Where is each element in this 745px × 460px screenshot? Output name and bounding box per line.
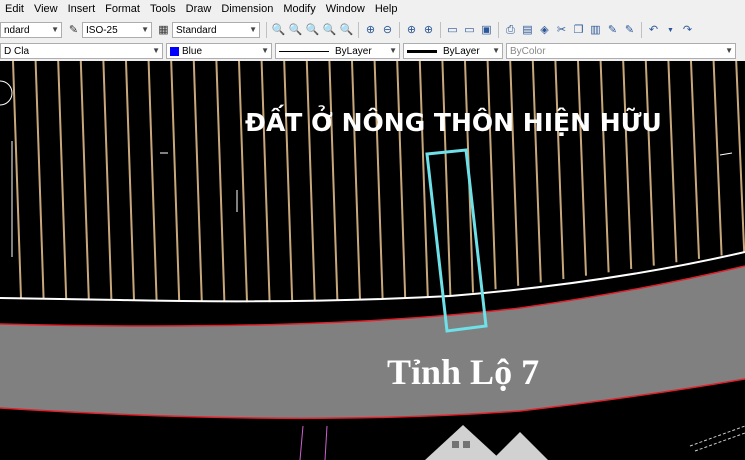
dim-style-icon[interactable]: ✎ xyxy=(66,23,81,38)
cut-icon[interactable]: ✂ xyxy=(554,23,569,38)
plotstyle-select[interactable]: ByColor ▼ xyxy=(506,43,736,59)
plotstyle-value: ByColor xyxy=(510,45,546,57)
properties-toolbar: D Cla ▼ Blue ▼ ByLayer ▼ ByLayer ▼ ByCol… xyxy=(0,41,745,62)
text-style-select[interactable]: ndard ▼ xyxy=(0,22,62,38)
lineweight-select[interactable]: ByLayer ▼ xyxy=(403,43,503,59)
menu-tools[interactable]: Tools xyxy=(145,0,181,19)
styles-toolbar: ndard ▼ ✎ ISO-25 ▼ ▦ Standard ▼ 🔍 🔍 🔍 🔍 … xyxy=(0,19,745,42)
redo-icon[interactable]: ↷ xyxy=(680,23,695,38)
table-style-value: Standard xyxy=(176,24,217,36)
toolbar-separator xyxy=(440,22,441,38)
linetype-preview xyxy=(279,50,329,52)
menu-modify[interactable]: Modify xyxy=(278,0,320,19)
linetype-select[interactable]: ByLayer ▼ xyxy=(275,43,400,59)
menu-window[interactable]: Window xyxy=(321,0,370,19)
layer-value: D Cla xyxy=(4,45,30,57)
table-style-select[interactable]: Standard ▼ xyxy=(172,22,260,38)
chevron-down-icon: ▼ xyxy=(141,25,149,34)
chevron-down-icon: ▼ xyxy=(389,46,397,55)
menu-view[interactable]: View xyxy=(29,0,63,19)
open-file-icon[interactable]: ▭ xyxy=(462,23,477,38)
new-file-icon[interactable]: ▭ xyxy=(445,23,460,38)
zoom-center-icon[interactable]: 🔍 xyxy=(339,23,354,38)
road-label: Tỉnh Lộ 7 xyxy=(387,352,539,392)
area-label: ĐẤT Ở NÔNG THÔN HIỆN HỮU xyxy=(245,104,662,137)
color-select[interactable]: Blue ▼ xyxy=(166,43,272,59)
toolbar-separator xyxy=(498,22,499,38)
menu-dimension[interactable]: Dimension xyxy=(216,0,278,19)
color-value: Blue xyxy=(182,45,203,57)
chevron-down-icon: ▼ xyxy=(492,46,500,55)
copy-icon[interactable]: ❐ xyxy=(571,23,586,38)
zoom-out-icon[interactable]: ⊖ xyxy=(380,23,395,38)
linetype-value: ByLayer xyxy=(335,45,372,57)
save-icon[interactable]: ▣ xyxy=(479,23,494,38)
menu-format[interactable]: Format xyxy=(100,0,145,19)
table-style-icon[interactable]: ▦ xyxy=(156,23,171,38)
toolbar-separator xyxy=(641,22,642,38)
chevron-down-icon: ▼ xyxy=(261,46,269,55)
publish-icon[interactable]: ◈ xyxy=(537,23,552,38)
undo-icon[interactable]: ↶ xyxy=(646,23,661,38)
toolbar-separator xyxy=(266,22,267,38)
match-properties-icon[interactable]: ✎ xyxy=(605,23,620,38)
chevron-down-icon: ▼ xyxy=(51,25,59,34)
chevron-down-icon: ▼ xyxy=(725,46,733,55)
dim-style-value: ISO-25 xyxy=(86,24,118,36)
menu-bar: Edit View Insert Format Tools Draw Dimen… xyxy=(0,0,745,19)
chevron-down-icon: ▼ xyxy=(249,25,257,34)
lineweight-value: ByLayer xyxy=(443,45,480,57)
text-style-value: ndard xyxy=(4,24,30,36)
plot-preview-icon[interactable]: ▤ xyxy=(520,23,535,38)
paste-icon[interactable]: ▥ xyxy=(588,23,603,38)
block-editor-icon[interactable]: ✎ xyxy=(622,23,637,38)
toolbar-separator xyxy=(358,22,359,38)
zoom-extents-icon[interactable]: ⊕ xyxy=(421,23,436,38)
zoom-scale-icon[interactable]: 🔍 xyxy=(322,23,337,38)
color-swatch xyxy=(170,46,179,56)
menu-insert[interactable]: Insert xyxy=(63,0,101,19)
print-icon[interactable]: ⎙ xyxy=(503,23,518,38)
drawing-canvas[interactable]: ĐẤT Ở NÔNG THÔN HIỆN HỮU Tỉnh Lộ 7 xyxy=(0,61,745,460)
zoom-in-icon[interactable]: ⊕ xyxy=(363,23,378,38)
zoom-realtime-icon[interactable]: 🔍 xyxy=(271,23,286,38)
chevron-down-icon: ▼ xyxy=(152,46,160,55)
layer-select[interactable]: D Cla ▼ xyxy=(0,43,163,59)
chevron-down-icon[interactable]: ▼ xyxy=(663,23,678,38)
zoom-all-icon[interactable]: ⊕ xyxy=(404,23,419,38)
menu-edit[interactable]: Edit xyxy=(0,0,29,19)
menu-draw[interactable]: Draw xyxy=(181,0,217,19)
toolbar-separator xyxy=(399,22,400,38)
lineweight-preview xyxy=(407,49,437,53)
zoom-window-icon[interactable]: 🔍 xyxy=(288,23,303,38)
dim-style-select[interactable]: ISO-25 ▼ xyxy=(82,22,152,38)
menu-help[interactable]: Help xyxy=(370,0,403,19)
zoom-dynamic-icon[interactable]: 🔍 xyxy=(305,23,320,38)
